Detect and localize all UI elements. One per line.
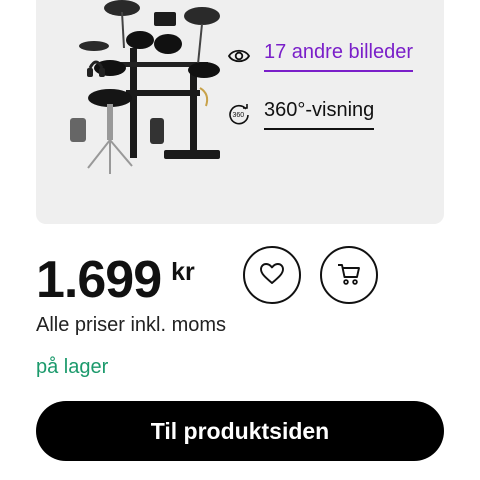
svg-text:360: 360: [233, 112, 245, 119]
heart-icon: [259, 262, 285, 289]
cart-icon: [336, 262, 362, 289]
price-currency: kr: [171, 258, 195, 286]
view-360-link[interactable]: 360 360°-visning: [228, 98, 375, 130]
product-image[interactable]: [52, 0, 242, 194]
go-to-product-page-button[interactable]: Til produktsiden: [36, 401, 444, 461]
product-media-card: 17 andre billeder 360 360°-visning: [36, 0, 444, 224]
rotate-360-icon: 360: [228, 103, 250, 125]
view-360-label: 360°-visning: [264, 98, 375, 130]
eye-icon: [228, 45, 250, 67]
price-value: 1.699: [36, 251, 162, 309]
more-images-link[interactable]: 17 andre billeder: [228, 40, 413, 72]
vat-note: Alle priser inkl. moms: [36, 314, 227, 336]
wishlist-button[interactable]: [243, 246, 301, 304]
add-to-cart-button[interactable]: [320, 246, 378, 304]
price: 1.699 kr: [36, 250, 195, 310]
stock-status: på lager: [36, 356, 109, 378]
more-images-label: 17 andre billeder: [264, 40, 413, 72]
